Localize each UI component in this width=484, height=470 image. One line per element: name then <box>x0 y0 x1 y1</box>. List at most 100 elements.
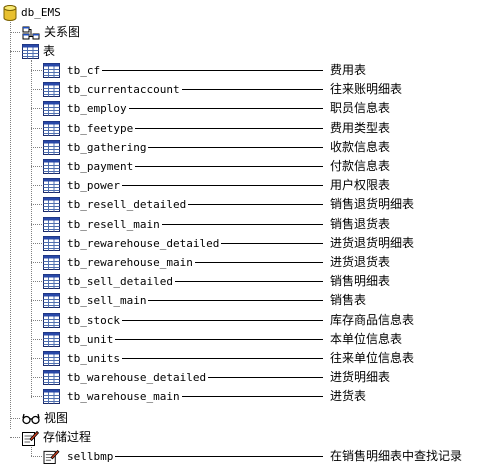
object-description: 用户权限表 <box>330 178 391 193</box>
tree-branch <box>31 108 42 110</box>
database-icon <box>3 4 17 21</box>
table-icon <box>43 101 60 117</box>
object-description: 进货明细表 <box>330 370 391 385</box>
tree-node-diagrams[interactable]: 关系图 <box>22 23 80 42</box>
table-row[interactable]: tb_sell_detailed 销售明细表 <box>43 272 483 291</box>
leader-line <box>194 262 323 263</box>
object-description: 销售明细表 <box>330 274 391 289</box>
leader-line <box>188 204 323 206</box>
tree-branch <box>10 437 20 438</box>
object-name: tb_payment <box>67 160 134 173</box>
table-row[interactable]: tb_rewarehouse_detailed 进货退货明细表 <box>43 234 483 253</box>
table-icon <box>43 274 60 290</box>
table-row[interactable]: tb_warehouse_detailed 进货明细表 <box>43 368 483 387</box>
object-description: 在销售明细表中查找记录 <box>330 449 463 463</box>
table-row[interactable]: tb_currentaccount 往来账明细表 <box>43 80 483 99</box>
table-icon <box>43 312 60 328</box>
leader-line <box>121 185 323 187</box>
object-description: 销售退货表 <box>330 216 391 231</box>
tree-node-views[interactable]: 视图 <box>22 409 68 428</box>
tree-branch <box>31 319 42 321</box>
leader-line <box>128 108 323 110</box>
leader-line <box>161 223 323 225</box>
tree-branch <box>31 223 42 225</box>
tree-branch <box>31 127 42 129</box>
object-name: tb_units <box>67 352 120 365</box>
leader-line <box>148 146 323 148</box>
tree-branch <box>10 32 20 33</box>
leader-line <box>221 242 323 244</box>
object-name: tb_feetype <box>67 121 134 135</box>
database-name: db_EMS <box>21 6 61 19</box>
table-icon <box>43 159 60 174</box>
object-name: tb_sell_detailed <box>67 275 173 289</box>
object-name: tb_warehouse_detailed <box>67 371 207 385</box>
table-icon <box>43 120 60 136</box>
leader-line <box>148 300 323 302</box>
tree-branch <box>31 185 42 187</box>
tree-branch <box>31 281 42 283</box>
leader-line <box>121 319 323 321</box>
object-description: 付款信息表 <box>330 159 391 173</box>
object-description: 销售表 <box>330 293 367 308</box>
tree-guide-root <box>10 19 11 429</box>
object-name: tb_resell_main <box>67 217 160 231</box>
object-name: tb_power <box>67 179 120 193</box>
table-row[interactable]: tb_resell_main 销售退货表 <box>43 215 483 234</box>
table-icon <box>43 331 60 347</box>
leader-line <box>135 127 323 129</box>
leader-line <box>121 358 323 359</box>
object-description: 费用表 <box>330 63 367 77</box>
tree-branch <box>31 338 42 340</box>
table-row[interactable]: tb_units 往来单位信息表 <box>43 349 483 368</box>
diagrams-label: 关系图 <box>44 25 81 39</box>
table-icon <box>43 139 60 155</box>
tree-guide-tables <box>31 60 32 398</box>
table-row[interactable]: tb_warehouse_main 进货表 <box>43 387 483 406</box>
tree-branch <box>31 300 42 302</box>
tree-node-procedures[interactable]: 存储过程 <box>22 428 91 447</box>
object-description: 进货退货表 <box>330 255 391 269</box>
object-description: 本单位信息表 <box>330 331 403 346</box>
views-label: 视图 <box>44 411 69 425</box>
object-description: 进货表 <box>330 389 367 404</box>
table-row[interactable]: tb_unit 本单位信息表 <box>43 330 483 349</box>
tree-branch <box>31 70 42 71</box>
object-name: tb_unit <box>67 332 114 346</box>
object-name: tb_gathering <box>67 140 147 154</box>
table-icon <box>43 63 60 78</box>
table-row[interactable]: tb_feetype 费用类型表 <box>43 119 483 138</box>
procedures-label: 存储过程 <box>43 430 92 444</box>
table-row[interactable]: tb_payment 付款信息表 <box>43 157 483 176</box>
table-row[interactable]: tb_cf 费用表 <box>43 61 483 80</box>
table-row[interactable]: tb_gathering 收款信息表 <box>43 138 483 157</box>
table-row[interactable]: tb_stock 库存商品信息表 <box>43 311 483 330</box>
tree-node-tables[interactable]: 表 <box>22 42 55 61</box>
object-name: tb_sell_main <box>67 294 147 308</box>
tree-branch <box>31 89 42 91</box>
table-row[interactable]: tb_employ 职员信息表 <box>43 99 483 118</box>
table-row[interactable]: tb_power 用户权限表 <box>43 176 483 195</box>
tree-branch <box>10 418 20 419</box>
object-name: tb_resell_detailed <box>67 198 187 212</box>
table-icon <box>43 370 60 386</box>
object-description: 收款信息表 <box>330 139 391 154</box>
stored-procedure-icon <box>22 430 39 446</box>
table-folder-icon <box>22 44 39 59</box>
object-description: 往来单位信息表 <box>330 351 415 365</box>
table-row[interactable]: tb_sell_main 销售表 <box>43 291 483 310</box>
tree-branch <box>31 456 42 457</box>
stored-procedure-icon <box>43 449 60 464</box>
table-row[interactable]: tb_rewarehouse_main 进货退货表 <box>43 253 483 272</box>
table-row[interactable]: sellbmp 在销售明细表中查找记录 <box>43 447 483 466</box>
table-icon <box>43 82 60 98</box>
tables-label: 表 <box>43 44 56 58</box>
leader-line <box>115 456 323 457</box>
table-icon <box>43 235 60 251</box>
object-description: 进货退货明细表 <box>330 235 415 250</box>
table-row[interactable]: tb_resell_detailed 销售退货明细表 <box>43 195 483 214</box>
object-name: tb_employ <box>67 102 127 116</box>
tree-node-database[interactable]: db_EMS <box>3 3 61 22</box>
object-name: tb_rewarehouse_main <box>67 256 193 269</box>
table-icon <box>43 293 60 309</box>
